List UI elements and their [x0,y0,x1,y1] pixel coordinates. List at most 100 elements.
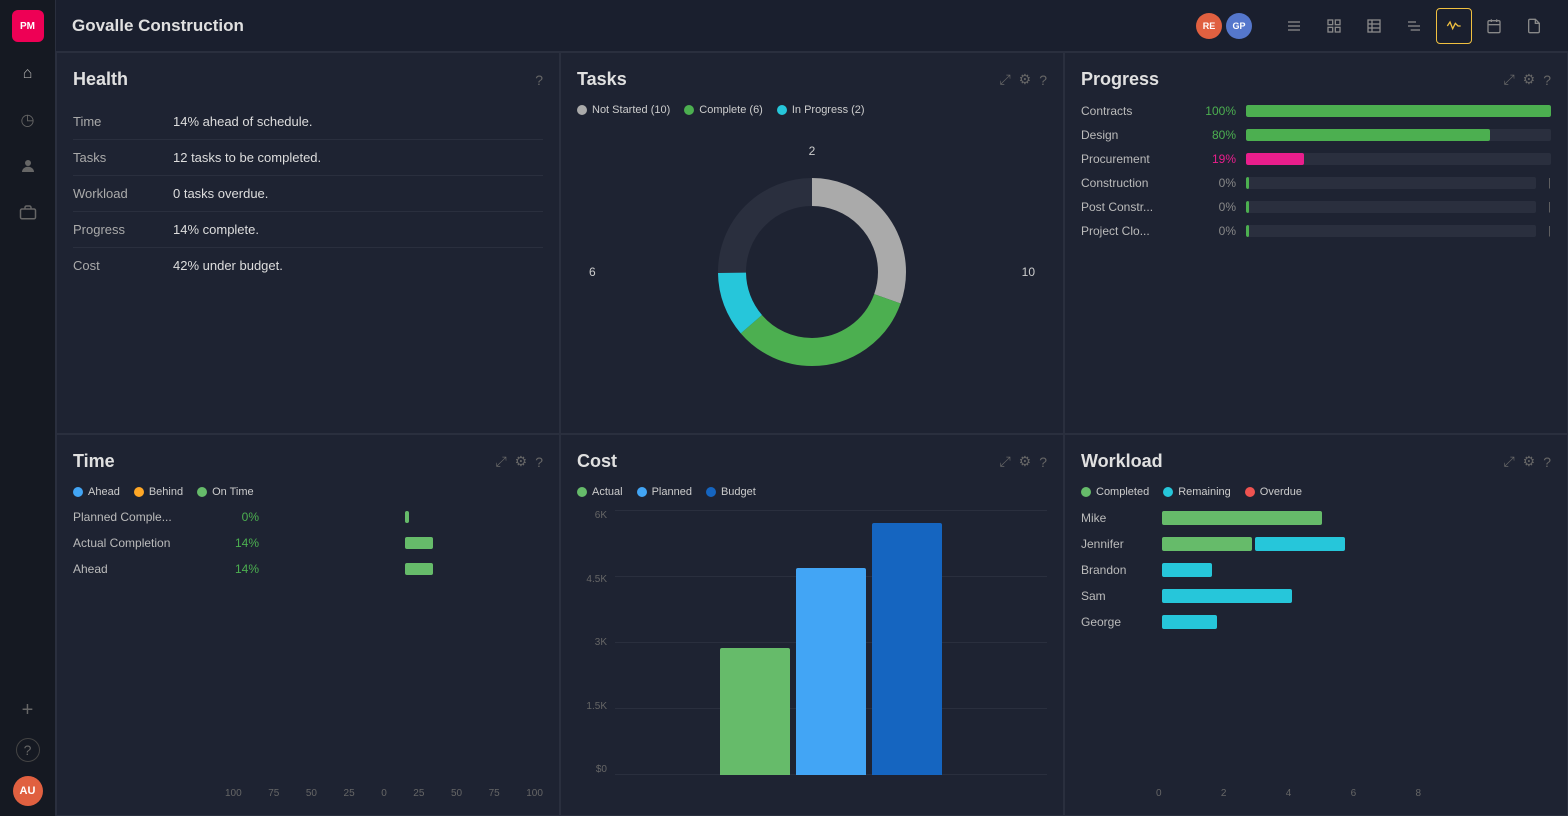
health-help-icon[interactable]: ? [535,72,543,88]
progress-name-contracts: Contracts [1081,104,1186,118]
tool-calendar[interactable] [1476,8,1512,44]
progress-settings-icon[interactable]: ⚙ [1523,71,1536,88]
cost-legend-actual-label: Actual [592,486,623,498]
health-header: Health ? [73,69,543,90]
legend-complete: Complete (6) [684,104,763,116]
workload-settings-icon[interactable]: ⚙ [1523,453,1536,470]
time-axis-25r: 25 [413,788,424,799]
time-pct-actual: 14% [221,536,259,550]
health-table: Time 14% ahead of schedule. Tasks 12 tas… [73,104,543,283]
sidebar-item-briefcase[interactable] [14,198,42,226]
sidebar-add-button[interactable]: + [14,696,42,724]
sidebar-item-home[interactable]: ⌂ [14,60,42,88]
tool-doc[interactable] [1516,8,1552,44]
tasks-expand-icon[interactable]: ⤢ [999,71,1010,88]
avatar-gp[interactable]: GP [1226,13,1252,39]
progress-bar-bg-project-close [1246,225,1536,237]
sidebar-item-people[interactable] [14,152,42,180]
workload-axis-6: 6 [1351,788,1357,799]
health-label-progress: Progress [73,222,173,237]
progress-bar-fill-design [1246,129,1490,141]
sidebar-help-button[interactable]: ? [16,738,40,762]
workload-expand-icon[interactable]: ⤢ [1503,453,1514,470]
time-expand-icon[interactable]: ⤢ [495,453,506,470]
time-settings-icon[interactable]: ⚙ [515,453,528,470]
tool-gantt[interactable] [1396,8,1432,44]
page-title: Govalle Construction [72,16,1184,36]
header-toolbar [1276,8,1552,44]
cost-chart-area: 6K 4.5K 3K 1.5K $0 [577,510,1047,799]
sidebar-user-avatar[interactable]: AU [13,776,43,806]
sidebar-logo[interactable]: PM [12,10,44,42]
time-label-actual: Actual Completion [73,536,213,550]
time-panel: Time ⤢ ⚙ ? Ahead Behind On Tim [56,434,560,816]
tool-table[interactable] [1356,8,1392,44]
time-pct-planned: 0% [221,510,259,524]
time-axis-75r: 75 [489,788,500,799]
sidebar: PM ⌂ ◷ + ? AU [0,0,56,816]
cost-actions: ⤢ ⚙ ? [999,453,1047,470]
workload-axis-2: 2 [1221,788,1227,799]
workload-row-george: George [1081,614,1551,630]
donut-label-top: 2 [809,144,816,158]
time-pct-ahead: 14% [221,562,259,576]
sidebar-item-clock[interactable]: ◷ [14,106,42,134]
cost-bar-budget [872,523,942,775]
progress-row-project-close: Project Clo... 0% | [1081,224,1551,238]
progress-bar-bg-post-constr [1246,201,1536,213]
time-row-actual: Actual Completion 14% [73,536,543,550]
health-row-workload: Workload 0 tasks overdue. [73,176,543,212]
workload-row-mike: Mike [1081,510,1551,526]
workload-legend: Completed Remaining Overdue [1081,486,1551,498]
progress-name-design: Design [1081,128,1186,142]
time-actions: ⤢ ⚙ ? [495,453,543,470]
cost-legend-actual: Actual [577,486,623,498]
tasks-help-icon[interactable]: ? [1039,72,1047,88]
progress-header: Progress ⤢ ⚙ ? [1081,69,1551,90]
workload-row-jennifer: Jennifer [1081,536,1551,552]
cost-settings-icon[interactable]: ⚙ [1019,453,1032,470]
workload-bars-sam [1162,588,1551,604]
tool-list[interactable] [1276,8,1312,44]
cost-header: Cost ⤢ ⚙ ? [577,451,1047,472]
tool-pulse[interactable] [1436,8,1472,44]
progress-expand-icon[interactable]: ⤢ [1503,71,1514,88]
workload-bar-remaining-brandon [1162,563,1212,577]
header: Govalle Construction RE GP [56,0,1568,52]
cost-legend: Actual Planned Budget [577,486,1047,498]
cost-legend-planned: Planned [637,486,692,498]
time-help-icon[interactable]: ? [535,454,543,470]
progress-bar-fill-contracts [1246,105,1551,117]
time-axis-50r: 50 [451,788,462,799]
time-legend-ahead-label: Ahead [88,486,120,498]
health-value-tasks: 12 tasks to be completed. [173,150,321,165]
workload-bar-remaining-sam [1162,589,1292,603]
progress-pct-post-constr: 0% [1196,200,1236,214]
health-row-tasks: Tasks 12 tasks to be completed. [73,140,543,176]
tasks-settings-icon[interactable]: ⚙ [1019,71,1032,88]
workload-legend-overdue-label: Overdue [1260,486,1302,498]
workload-name-mike: Mike [1081,511,1156,525]
workload-help-icon[interactable]: ? [1543,454,1551,470]
cost-help-icon[interactable]: ? [1039,454,1047,470]
time-axis-50l: 50 [306,788,317,799]
donut-label-right: 10 [1022,265,1035,279]
cost-bar-planned [796,568,866,775]
workload-row-brandon: Brandon [1081,562,1551,578]
donut-label-left: 6 [589,265,596,279]
donut-svg [702,162,922,382]
time-header: Time ⤢ ⚙ ? [73,451,543,472]
progress-help-icon[interactable]: ? [1543,72,1551,88]
workload-bars-george [1162,614,1551,630]
health-row-progress: Progress 14% complete. [73,212,543,248]
health-value-progress: 14% complete. [173,222,259,237]
avatar-re[interactable]: RE [1196,13,1222,39]
tool-board[interactable] [1316,8,1352,44]
time-legend: Ahead Behind On Time [73,486,543,498]
workload-legend-completed-label: Completed [1096,486,1149,498]
health-row-cost: Cost 42% under budget. [73,248,543,283]
cost-expand-icon[interactable]: ⤢ [999,453,1010,470]
time-legend-ontime: On Time [197,486,254,498]
time-legend-behind: Behind [134,486,183,498]
time-row-ahead: Ahead 14% [73,562,543,576]
